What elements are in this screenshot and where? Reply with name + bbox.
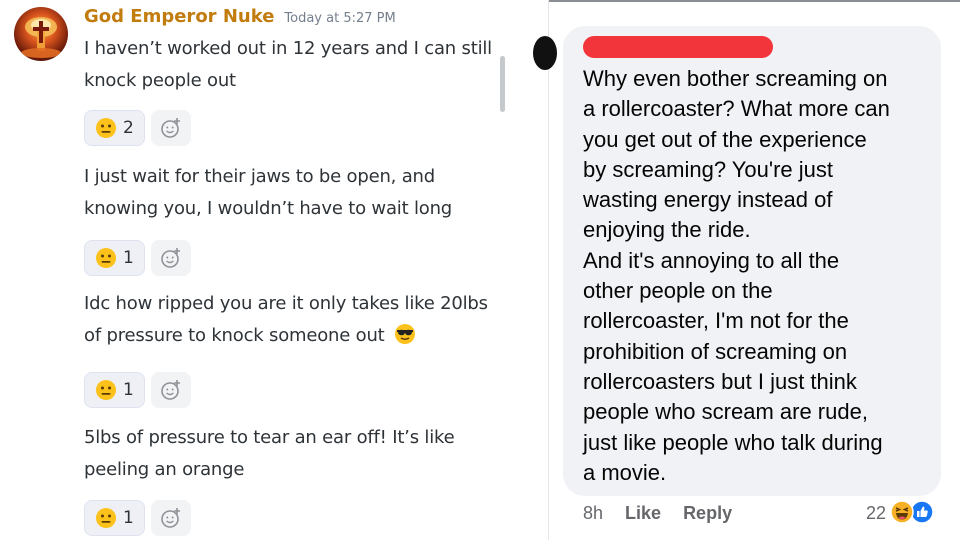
comment-line: other people on the: [583, 278, 773, 304]
comment-line: enjoying the ride.: [583, 217, 751, 243]
commenter-avatar[interactable]: [533, 36, 557, 70]
neutral-face-icon: [96, 248, 116, 268]
add-reaction-button[interactable]: [150, 110, 191, 146]
comment-bubble: Why even bother screaming on a rollercoas…: [563, 26, 941, 496]
comment-line: Why even bother screaming on: [583, 66, 888, 91]
comment-line: a rollercoaster? What more can: [583, 96, 890, 122]
reaction-count: 1: [123, 508, 134, 528]
add-reaction-button[interactable]: [150, 240, 191, 276]
reaction-neutral-face[interactable]: 1: [84, 500, 145, 536]
reaction-neutral-face[interactable]: 1: [84, 372, 145, 408]
top-border: [549, 0, 960, 2]
message-text: I haven’t worked out in 12 years and I c…: [84, 38, 492, 91]
panel-divider: [520, 0, 548, 540]
add-reaction-button[interactable]: [150, 372, 191, 408]
reaction-neutral-face[interactable]: 2: [84, 110, 145, 146]
message-header: God Emperor Nuke Today at 5:27 PM: [84, 6, 396, 32]
user-avatar[interactable]: [14, 7, 68, 61]
neutral-face-icon: [96, 508, 116, 528]
reaction-bar: 2: [84, 110, 191, 146]
reaction-count: 2: [123, 118, 134, 138]
message-text: Idc how ripped you are it only takes lik…: [84, 288, 504, 352]
timestamp: Today at 5:27 PM: [284, 11, 396, 26]
comment-line: people who scream are rude,: [583, 399, 868, 425]
reaction-count: 22: [865, 502, 886, 523]
comment-actions: 8h Like Reply: [583, 500, 732, 526]
neutral-face-icon: [96, 118, 116, 138]
comment-line: rollercoasters but I just think: [583, 368, 857, 394]
reaction-count: 1: [123, 380, 134, 400]
comment-line: rollercoaster, I'm not for the: [583, 308, 849, 334]
comment-line: by screaming? You're just: [583, 156, 834, 182]
message-text: 5lbs of pressure to tear an ear off! It’…: [84, 427, 455, 480]
comment-line: prohibition of screaming on: [583, 338, 848, 364]
message-text: I just wait for their jaws to be open, a…: [84, 166, 453, 219]
redacted-author-name: [583, 36, 773, 58]
message-text-content: Idc how ripped you are it only takes lik…: [84, 293, 488, 346]
reaction-bar: 1: [84, 372, 191, 408]
comment-line: a movie.: [583, 459, 667, 485]
add-reaction-icon: [161, 380, 180, 400]
comment-line: just like people who talk during: [583, 429, 883, 455]
reply-button[interactable]: Reply: [683, 503, 732, 524]
comment-line: you get out of the experience: [583, 126, 867, 152]
reaction-bar: 1: [84, 500, 191, 536]
add-reaction-icon: [161, 118, 180, 138]
username[interactable]: God Emperor Nuke: [84, 6, 274, 27]
discord-chat-panel: God Emperor Nuke Today at 5:27 PM I have…: [0, 0, 520, 540]
mushroom-cloud-icon: [21, 17, 61, 58]
like-button[interactable]: Like: [625, 503, 661, 524]
add-reaction-button[interactable]: [150, 500, 191, 536]
comment-line: wasting energy instead of: [583, 187, 833, 213]
add-reaction-icon: [161, 508, 180, 528]
reaction-icons: [890, 499, 936, 527]
comment-text: Why even bother screaming on a rollercoas…: [583, 64, 933, 488]
reaction-summary[interactable]: 22: [866, 499, 936, 527]
sunglasses-face-icon: [395, 324, 416, 344]
neutral-face-icon: [96, 380, 116, 400]
reaction-bar: 1: [84, 240, 191, 276]
reaction-neutral-face[interactable]: 1: [84, 240, 145, 276]
reaction-count: 1: [123, 248, 134, 268]
haha-icon: [890, 500, 914, 524]
comment-line: And it's annoying to all the: [583, 247, 840, 273]
facebook-comment-panel: Why even bother screaming on a rollercoas…: [533, 0, 960, 540]
add-reaction-icon: [161, 248, 180, 268]
comment-time[interactable]: 8h: [583, 503, 603, 524]
